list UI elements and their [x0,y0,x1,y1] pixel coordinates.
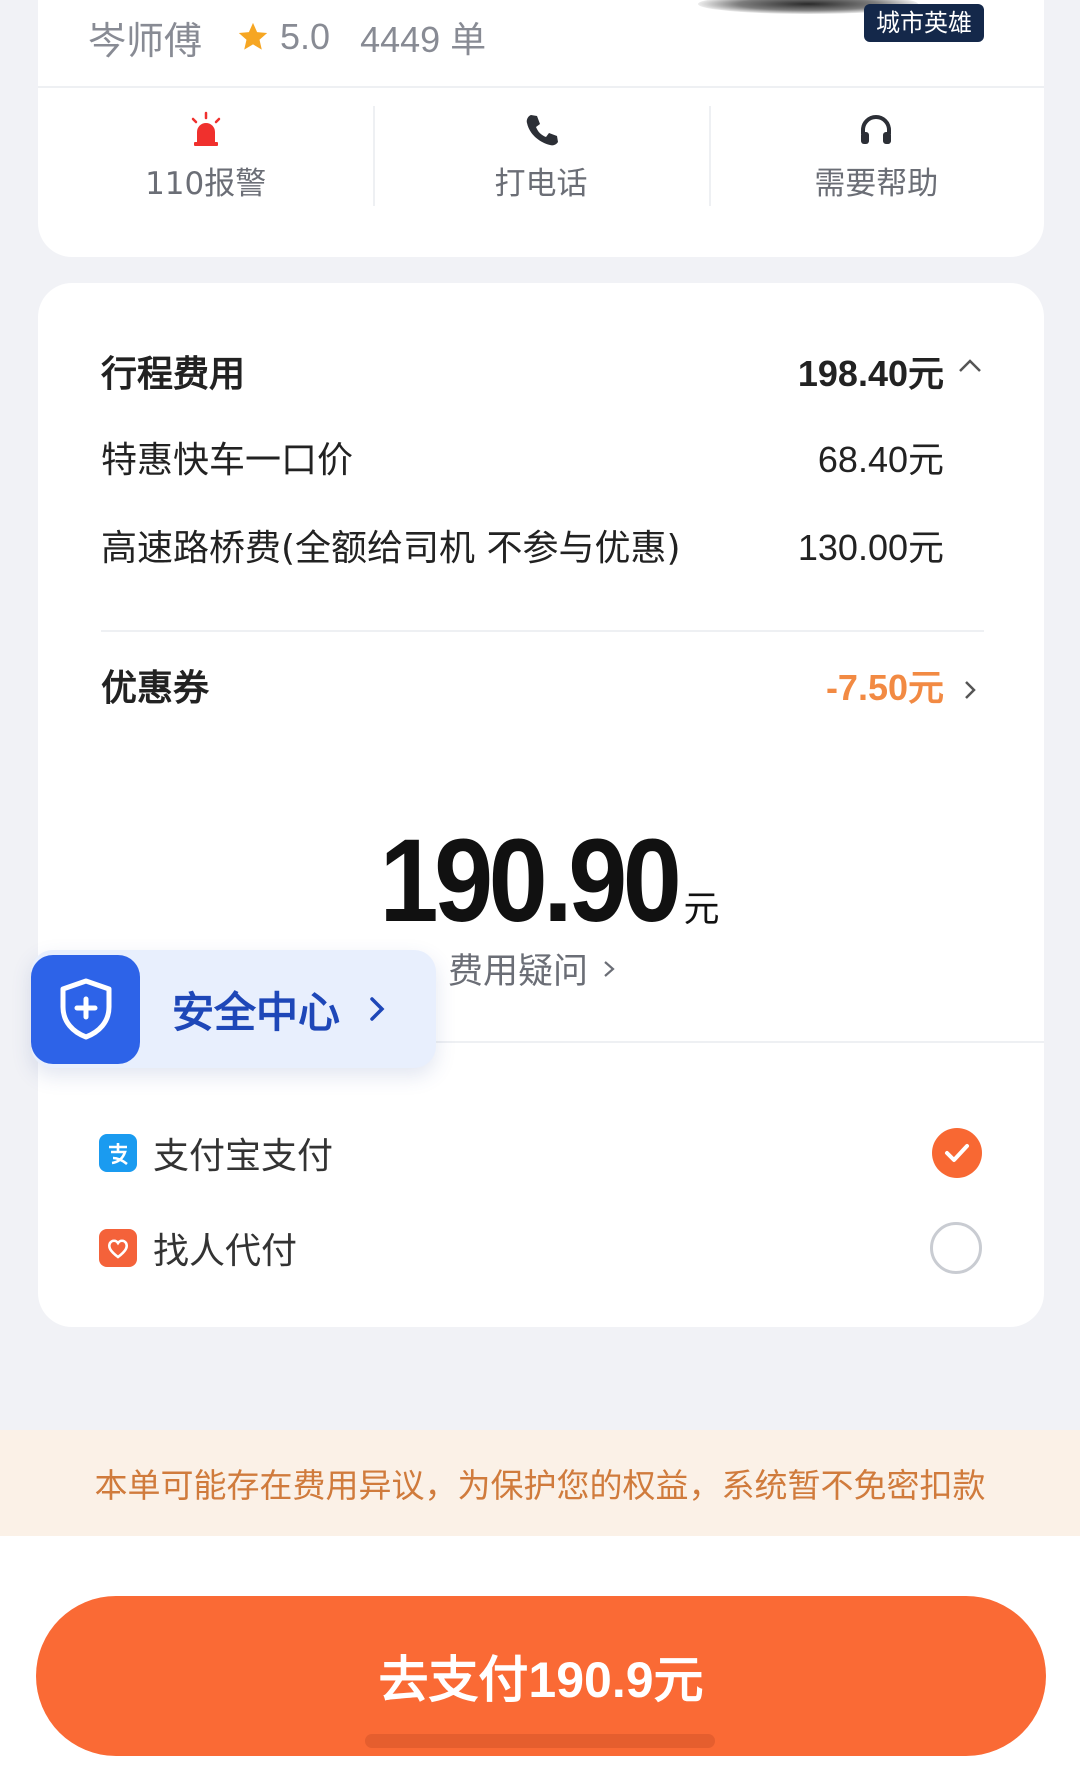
fare-header[interactable]: 行程费用 198.40元 [101,345,944,397]
fare-item-value: 130.00元 [797,527,944,568]
pay-button[interactable]: 去支付190.9元 [36,1596,1046,1756]
chevron-right-icon [604,960,615,977]
fee-question-link[interactable]: 费用疑问 [448,943,616,994]
fare-item-label: 高速路桥费(全额给司机 不参与优惠) [101,528,681,569]
driver-rating: 5.0 [280,16,331,57]
divider [101,630,984,632]
driver-orders: 4449 单 [360,19,487,60]
alipay-icon [99,1134,137,1172]
safety-center-button[interactable]: 安全中心 [31,950,436,1068]
radio-checked-icon[interactable] [932,1128,982,1178]
phone-icon [526,114,558,145]
alarm-icon [191,111,220,146]
fare-card: 行程费用 198.40元 特惠快车一口价 68.40元 高速路桥费(全额给司机 … [38,283,1044,1327]
driver-card: 城市英雄 岑师傅 5.0 4449 单 110报警 打电话 需要帮助 [38,0,1044,257]
payable-amount: 190.90 元 [38,813,1044,949]
driver-info: 岑师傅 5.0 4449 单 [88,12,487,63]
payment-option-alipay[interactable]: 支付宝支付 [99,1123,982,1183]
check-icon [945,1144,969,1162]
amount-value: 190.90 [379,815,681,947]
fare-title: 行程费用 [101,354,246,395]
shield-container [31,954,140,1064]
fare-item: 特惠快车一口价 68.40元 [101,431,944,483]
coupon-row[interactable]: 优惠券 -7.50元 [101,659,944,711]
call-label: 打电话 [494,165,588,202]
fare-item-label: 特惠快车一口价 [101,440,354,481]
police-label: 110报警 [145,165,267,202]
police-button[interactable]: 110报警 [38,90,373,222]
star-icon [238,22,268,50]
chevron-right-icon[interactable] [962,678,978,702]
pay-button-label: 去支付190.9元 [378,1652,704,1708]
radio-unchecked-icon[interactable] [930,1222,982,1274]
payment-option-proxy[interactable]: 找人代付 [99,1218,982,1278]
coupon-value: -7.50元 [825,667,944,708]
headset-icon [861,114,892,144]
notice-text: 本单可能存在费用异议，为保护您的权益，系统暂不免密扣款 [94,1466,986,1505]
fare-total: 198.40元 [797,353,944,394]
divider [38,86,1044,88]
payment-label: 支付宝支付 [153,1136,334,1177]
action-bar: 110报警 打电话 需要帮助 [38,90,1044,222]
shield-icon [60,978,111,1040]
page: 城市英雄 岑师傅 5.0 4449 单 110报警 打电话 需要帮助 行程费用 … [0,0,1080,1769]
amount-unit: 元 [683,889,720,930]
fare-item: 高速路桥费(全额给司机 不参与优惠) 130.00元 [101,519,944,571]
driver-name: 岑师傅 [88,18,203,63]
call-button[interactable]: 打电话 [373,90,708,222]
fee-question-label: 费用疑问 [448,952,589,992]
chevron-right-icon [370,997,385,1021]
city-hero-badge: 城市英雄 [864,4,984,42]
help-label: 需要帮助 [814,165,939,202]
fare-item-value: 68.40元 [817,439,944,480]
help-button[interactable]: 需要帮助 [708,90,1044,222]
coupon-label: 优惠券 [101,668,210,709]
home-indicator[interactable] [365,1734,715,1748]
payment-label: 找人代付 [153,1231,298,1272]
safety-center-label: 安全中心 [172,987,341,1037]
alipay-glyph-icon [109,1143,128,1166]
chevron-up-icon[interactable] [956,356,984,376]
heart-hand-icon [107,1239,129,1259]
proxy-pay-icon [99,1229,137,1267]
notice-bar: 本单可能存在费用异议，为保护您的权益，系统暂不免密扣款 [0,1430,1080,1536]
